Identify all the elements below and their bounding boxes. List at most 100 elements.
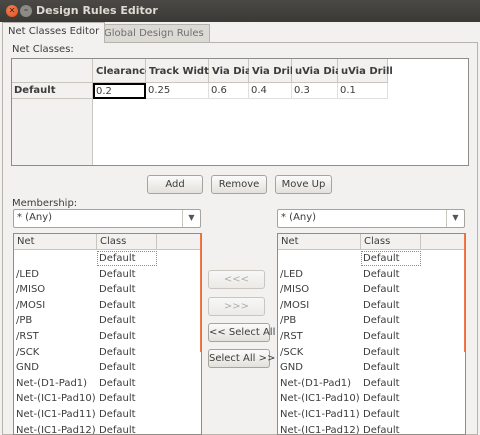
add-button[interactable]: Add [147, 175, 203, 194]
net-name: Net-(IC1-Pad11) [280, 409, 360, 420]
list-item[interactable]: Net-(IC1-Pad11) Default [14, 407, 201, 423]
chevron-down-icon[interactable]: ▼ [182, 210, 200, 227]
list-item[interactable]: Net-(IC1-Pad12) Default [278, 423, 465, 434]
list-item[interactable]: Default [14, 251, 201, 267]
tab-global-design-rules[interactable]: Global Design Rules [98, 24, 210, 42]
row-header-column: Default [12, 83, 93, 165]
close-icon[interactable]: ✕ [6, 5, 18, 17]
cell-uvia-dia[interactable]: 0.3 [292, 83, 338, 99]
net-class: Default [363, 409, 400, 420]
left-list-header: Net Class [14, 234, 201, 250]
membership-label: Membership: [12, 198, 78, 209]
list-item[interactable]: Net-(D1-Pad1) Default [14, 376, 201, 392]
net-class: Default [99, 346, 136, 358]
col-header-track-width[interactable]: Track Width [146, 59, 216, 83]
list-item[interactable]: Net-(IC1-Pad11) Default [278, 407, 465, 423]
net-name: /MOSI [280, 299, 310, 311]
net-class: Default [99, 331, 136, 342]
list-item[interactable]: /SCK Default [278, 345, 465, 361]
net-class: Default [363, 299, 400, 311]
grid-corner [12, 59, 93, 83]
select-all-right-button[interactable]: Select All >> [208, 349, 275, 368]
net-class: Default [97, 251, 157, 266]
list-item[interactable]: /SCK Default [14, 345, 201, 361]
net-name: /MISO [16, 284, 46, 296]
net-name: GND [16, 362, 39, 374]
list-item[interactable]: /LED Default [278, 267, 465, 283]
net-name: Net-(D1-Pad1) [16, 377, 88, 389]
list-item[interactable]: /MOSI Default [14, 298, 201, 314]
net-class: Default [363, 284, 400, 296]
net-name: /PB [280, 315, 297, 327]
net-class: Default [99, 315, 136, 327]
list-item[interactable]: /PB Default [14, 313, 201, 329]
net-name: Net-(D1-Pad1) [280, 377, 352, 389]
list-item[interactable]: GND Default [278, 360, 465, 376]
right-list-header: Net Class [278, 234, 465, 250]
net-class: Default [363, 362, 400, 374]
row-header-default[interactable]: Default [12, 83, 93, 99]
list-item[interactable]: /PB Default [278, 313, 465, 329]
net-name: GND [280, 362, 303, 374]
net-name: Net-(IC1-Pad10) [16, 393, 96, 405]
cell-uvia-drill[interactable]: 0.1 [338, 83, 388, 99]
list-item[interactable]: /RST Default [278, 329, 465, 345]
window-title: Design Rules Editor [36, 4, 158, 17]
net-name: /LED [16, 268, 39, 280]
chevron-down-icon[interactable]: ▼ [446, 210, 464, 227]
col-header-clearance[interactable]: Clearance [93, 59, 152, 83]
net-name: /LED [280, 268, 303, 280]
net-class: Default [363, 377, 400, 389]
move-right-button[interactable]: >>> [208, 297, 265, 316]
cell-track-width[interactable]: 0.25 [146, 83, 209, 99]
right-col-class[interactable]: Class [361, 234, 421, 250]
list-item[interactable]: /RST Default [14, 329, 201, 345]
list-item[interactable]: Net-(IC1-Pad10) Default [278, 391, 465, 407]
list-item[interactable]: Net-(IC1-Pad10) Default [14, 391, 201, 407]
left-class-filter-combo[interactable]: * (Any) ▼ [13, 209, 201, 228]
net-class: Default [363, 268, 400, 280]
net-classes-grid[interactable]: Clearance Track Width Via Dia Via Drill … [11, 58, 469, 166]
move-left-button[interactable]: <<< [208, 270, 265, 289]
minimize-icon[interactable]: – [20, 5, 32, 17]
tab-net-classes-editor[interactable]: Net Classes Editor [2, 22, 106, 43]
cell-via-dia[interactable]: 0.6 [209, 83, 249, 99]
list-item[interactable]: GND Default [14, 360, 201, 376]
net-name: /RST [16, 331, 39, 342]
list-item[interactable]: Net-(D1-Pad1) Default [278, 376, 465, 392]
select-all-left-button[interactable]: << Select All [208, 323, 275, 342]
right-membership-list[interactable]: Net Class Default/LED Default/MISO Default… [277, 233, 466, 435]
net-name: Net-(IC1-Pad12) [16, 424, 96, 435]
left-membership-list[interactable]: Net Class Default/LED Default/MISO Default… [13, 233, 202, 435]
right-filter-value: * (Any) [281, 212, 317, 223]
remove-button[interactable]: Remove [211, 175, 267, 194]
cell-via-drill[interactable]: 0.4 [249, 83, 292, 99]
list-item[interactable]: Default [278, 251, 465, 267]
list-item[interactable]: /MISO Default [278, 282, 465, 298]
right-class-filter-combo[interactable]: * (Any) ▼ [277, 209, 465, 228]
move-up-button[interactable]: Move Up [275, 175, 332, 194]
list-item[interactable]: /LED Default [14, 267, 201, 283]
left-col-class[interactable]: Class [97, 234, 157, 250]
net-class: Default [363, 393, 400, 405]
col-header-via-drill[interactable]: Via Drill [249, 59, 297, 83]
net-name: /RST [280, 331, 303, 342]
col-header-via-dia[interactable]: Via Dia [209, 59, 252, 83]
left-col-net[interactable]: Net [14, 234, 97, 250]
net-name: /SCK [16, 346, 40, 358]
net-class: Default [363, 315, 400, 327]
net-class: Default [99, 424, 136, 435]
cell-clearance[interactable]: 0.2 [93, 83, 146, 99]
net-class: Default [99, 268, 136, 280]
net-class: Default [361, 251, 421, 266]
list-item[interactable]: Net-(IC1-Pad12) Default [14, 423, 201, 435]
list-item[interactable]: /MISO Default [14, 282, 201, 298]
net-name: /PB [16, 315, 33, 327]
col-header-uvia-drill[interactable]: uVia Drill [338, 59, 393, 83]
col-header-uvia-dia[interactable]: uVia Dia [292, 59, 342, 83]
list-item[interactable]: /MOSI Default [278, 298, 465, 314]
net-class: Default [99, 377, 136, 389]
right-col-net[interactable]: Net [278, 234, 361, 250]
net-name: Net-(IC1-Pad11) [16, 409, 96, 420]
net-class: Default [99, 299, 136, 311]
